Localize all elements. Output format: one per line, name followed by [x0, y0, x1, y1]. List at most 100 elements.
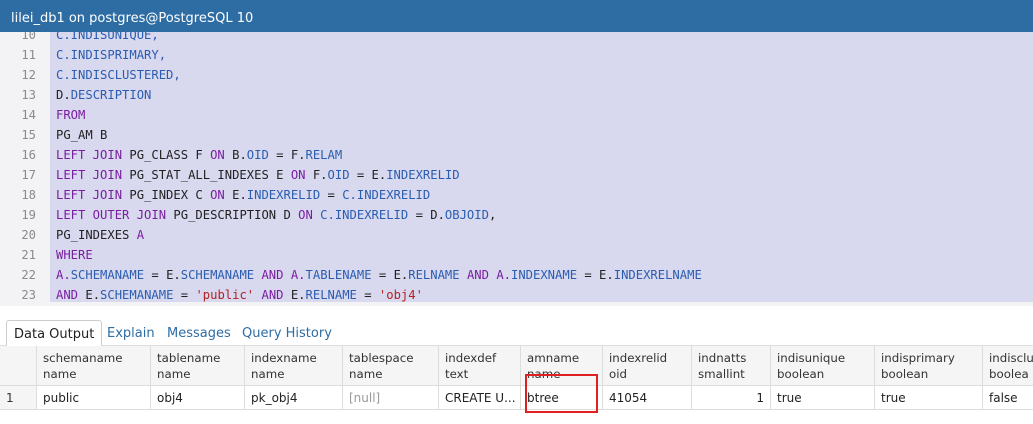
- column-name: indexdef: [445, 351, 497, 365]
- code-token: A: [136, 228, 145, 242]
- code-token: INDEXRELID: [386, 168, 460, 182]
- code-token: D.: [56, 88, 71, 102]
- column-name: amname: [527, 351, 580, 365]
- code-token: B.: [232, 148, 247, 162]
- code-token: RELNAME: [408, 268, 467, 282]
- code-line: 23 AND E.SCHEMANAME = 'public' AND E.RELN…: [0, 285, 1033, 305]
- window-title: lilei_db1 on postgres@PostgreSQL 10: [11, 11, 254, 26]
- tab-data-output[interactable]: Data Output: [6, 320, 103, 346]
- code-token: A.: [56, 268, 71, 282]
- panel-splitter[interactable]: [0, 306, 1033, 320]
- amname-highlight-box: [525, 374, 598, 413]
- code-token: E.: [85, 288, 101, 302]
- code-token: C.INDISUNIQUE,: [56, 32, 159, 42]
- table-cell[interactable]: pk_obj4: [245, 386, 343, 410]
- column-schemaname: schemaname name public: [37, 346, 151, 424]
- code-token: OBJOID: [444, 208, 489, 222]
- column-name: indexname: [251, 351, 317, 365]
- code-token: 'public': [195, 288, 255, 302]
- code-text: C.INDISCLUSTERED,: [56, 65, 181, 85]
- column-header[interactable]: indisprimary boolean: [875, 346, 983, 386]
- column-header[interactable]: indexdef text: [439, 346, 521, 386]
- line-number: 14: [21, 108, 36, 122]
- table-cell[interactable]: obj4: [151, 386, 245, 410]
- output-tabs: Data Output Explain Messages Query Histo…: [0, 320, 1033, 346]
- column-type: boolean: [777, 367, 825, 381]
- code-text: FROM: [56, 105, 85, 125]
- sql-editor[interactable]: 10 C.INDISUNIQUE, 11 C.INDISPRIMARY, 12 C.IND…: [0, 32, 1033, 306]
- tab-explain[interactable]: Explain: [100, 320, 162, 346]
- column-type: boolea: [989, 367, 1029, 381]
- code-text: LEFT OUTER JOIN PG_DESCRIPTION D ON C.IN…: [56, 205, 496, 225]
- code-text: LEFT JOIN PG_STAT_ALL_INDEXES E ON F.OID…: [56, 165, 460, 185]
- line-number: 21: [21, 248, 36, 262]
- code-token: PG_INDEXES: [56, 228, 137, 242]
- column-header[interactable]: tablename name: [151, 346, 245, 386]
- code-token: LEFT JOIN: [56, 148, 130, 162]
- column-header[interactable]: indexrelid oid: [603, 346, 692, 386]
- column-header[interactable]: indisunique boolean: [771, 346, 875, 386]
- code-token: =: [356, 288, 379, 302]
- code-token: C.INDEXRELID: [320, 208, 409, 222]
- column-header[interactable]: indisclu boolea: [983, 346, 1033, 386]
- column-tablespace: tablespace name [null]: [343, 346, 439, 424]
- column-type: name: [43, 367, 77, 381]
- code-line: 21 WHERE: [0, 245, 1033, 265]
- code-token: FROM: [56, 108, 86, 122]
- table-cell[interactable]: CREATE U...: [439, 386, 521, 410]
- line-number: 23: [21, 288, 36, 302]
- line-number: 13: [21, 88, 36, 102]
- code-token: AND: [261, 288, 291, 302]
- code-token: PG_STAT_ALL_INDEXES E: [129, 168, 291, 182]
- column-header[interactable]: indnatts smallint: [692, 346, 771, 386]
- column-indexname: indexname name pk_obj4: [245, 346, 343, 424]
- code-token: LEFT JOIN: [56, 168, 130, 182]
- column-name: schemaname: [43, 351, 123, 365]
- row-number[interactable]: 1: [0, 386, 37, 410]
- code-token: 'obj4': [378, 288, 423, 302]
- table-cell[interactable]: public: [37, 386, 151, 410]
- column-header[interactable]: tablespace name: [343, 346, 439, 386]
- code-line: 13 D.DESCRIPTION: [0, 85, 1033, 105]
- table-cell[interactable]: false: [983, 386, 1033, 410]
- code-token: RELAM: [305, 148, 343, 162]
- row-number-header[interactable]: [0, 346, 37, 386]
- table-cell[interactable]: 1: [692, 386, 771, 410]
- code-text: A.SCHEMANAME = E.SCHEMANAME AND A.TABLEN…: [56, 265, 702, 285]
- column-name: indisunique: [777, 351, 846, 365]
- code-token: RELNAME: [305, 288, 357, 302]
- table-cell[interactable]: 41054: [603, 386, 692, 410]
- tab-messages[interactable]: Messages: [160, 320, 238, 346]
- code-line: 20 PG_INDEXES A: [0, 225, 1033, 245]
- table-cell[interactable]: true: [875, 386, 983, 410]
- column-type: boolean: [881, 367, 929, 381]
- code-token: ON: [290, 168, 313, 182]
- window-title-bar: lilei_db1 on postgres@PostgreSQL 10: [0, 0, 1033, 32]
- column-header[interactable]: schemaname name: [37, 346, 151, 386]
- column-indnatts: indnatts smallint 1: [692, 346, 771, 424]
- code-text: AND E.SCHEMANAME = 'public' AND E.RELNAM…: [56, 285, 423, 305]
- code-line: 19 LEFT OUTER JOIN PG_DESCRIPTION D ON C.…: [0, 205, 1033, 225]
- tab-query-history[interactable]: Query History: [235, 320, 339, 346]
- code-text: LEFT JOIN PG_INDEX C ON E.INDEXRELID = C…: [56, 185, 430, 205]
- code-token: ,: [488, 208, 497, 222]
- column-name: indisprimary: [881, 351, 955, 365]
- code-token: LEFT OUTER JOIN: [56, 208, 174, 222]
- table-cell[interactable]: true: [771, 386, 875, 410]
- code-token: PG_DESCRIPTION D: [173, 208, 299, 222]
- results-grid: 1 schemaname name public tablename name obj4 i…: [0, 346, 1033, 424]
- column-name: indisclu: [989, 351, 1033, 365]
- column-header[interactable]: indexname name: [245, 346, 343, 386]
- table-cell[interactable]: [null]: [343, 386, 439, 410]
- code-text: PG_AM B: [56, 125, 107, 145]
- code-token: OID: [327, 168, 350, 182]
- column-name: indnatts: [698, 351, 747, 365]
- code-token: OID: [246, 148, 269, 162]
- code-line: 10 C.INDISUNIQUE,: [0, 32, 1033, 45]
- code-token: DESCRIPTION: [70, 88, 152, 102]
- code-token: E.: [232, 188, 247, 202]
- code-token: = E.: [349, 168, 387, 182]
- column-indexdef: indexdef text CREATE U...: [439, 346, 521, 424]
- code-token: LEFT JOIN: [56, 188, 130, 202]
- code-text: WHERE: [56, 245, 93, 265]
